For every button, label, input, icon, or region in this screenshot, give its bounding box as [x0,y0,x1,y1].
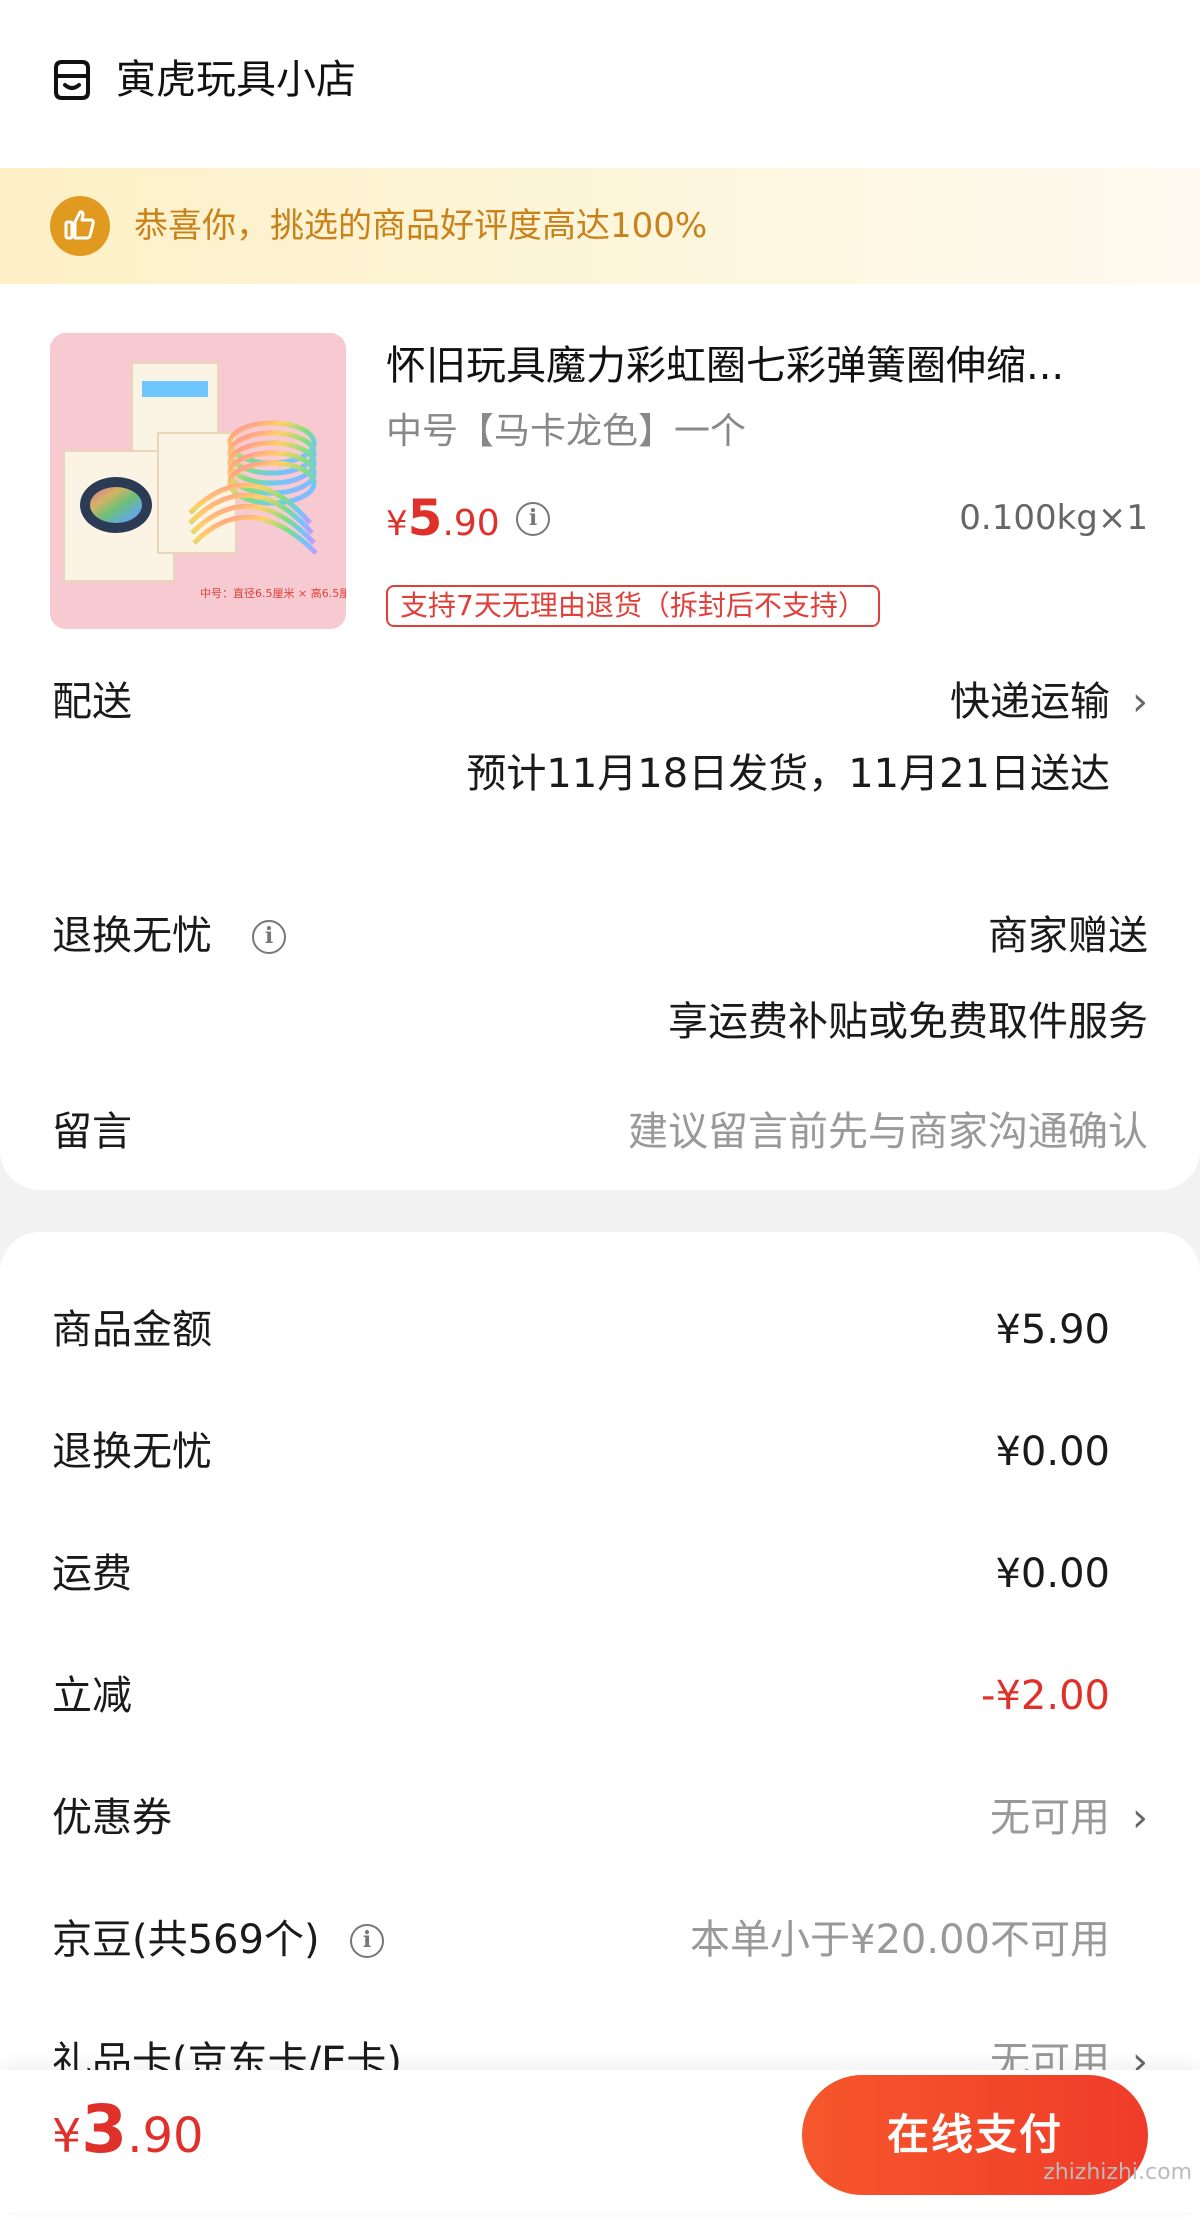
coupon-label: 优惠券 [52,1795,172,1841]
delivery-chevron-icon[interactable]: › [1132,674,1148,730]
return-service-label: 退换无忧 [52,913,212,959]
total-currency: ¥ [52,2109,82,2163]
jingdou-label: 京豆(共569个) [52,1917,320,1963]
discount-value: -¥2.00 [981,1673,1110,1719]
shop-icon [54,60,90,100]
shipping-label: 运费 [52,1551,132,1597]
thumbs-up-icon [50,196,110,256]
banner-text: 恭喜你，挑选的商品好评度高达100% [134,206,708,246]
total-price: ¥3.90 [52,2090,204,2187]
praise-banner: 恭喜你，挑选的商品好评度高达100% [0,168,1200,284]
shipping-value: ¥0.00 [995,1551,1110,1597]
coupon-value[interactable]: 无可用 [990,1790,1110,1846]
price-currency: ¥ [386,504,408,544]
goods-amount-value: ¥5.90 [995,1307,1110,1353]
jingdou-value: 本单小于¥20.00不可用 [690,1917,1110,1963]
return-fee-label: 退换无忧 [52,1429,212,1475]
return-service-info-icon[interactable]: i [252,920,286,954]
product-title[interactable]: 怀旧玩具魔力彩虹圈七彩弹簧圈伸缩... [386,338,1146,394]
product-spec: 中号【马卡龙色】一个 [386,411,747,452]
return-service-value: 商家赠送 [988,913,1148,959]
message-input[interactable]: 建议留言前先与商家沟通确认 [628,1104,1148,1160]
price-info-icon[interactable]: i [516,502,550,536]
delivery-label: 配送 [52,679,132,725]
total-integer: 3 [81,2091,128,2168]
product-image-caption: 中号：直径6.5厘米 × 高6.5厘米 [200,586,346,600]
price-integer: 5 [407,489,443,547]
return-service-desc: 享运费补贴或免费取件服务 [668,999,1148,1045]
delivery-method[interactable]: 快递运输 [950,674,1110,730]
order-card: 寅虎玩具小店 恭喜你，挑选的商品好评度高达100% 中号：直径6.5厘米 × 高… [0,0,1200,1190]
message-label: 留言 [52,1109,132,1155]
price-decimal: .90 [442,503,500,544]
return-policy-tag: 支持7天无理由退货（拆封后不支持） [386,585,880,627]
delivery-estimate: 预计11月18日发货，11月21日送达 [466,751,1110,797]
return-fee-value: ¥0.00 [995,1429,1110,1475]
product-price: ¥5.90 [386,490,500,558]
product-image[interactable]: 中号：直径6.5厘米 × 高6.5厘米 [50,333,346,629]
shop-name[interactable]: 寅虎玩具小店 [116,52,356,108]
discount-label: 立减 [52,1673,132,1719]
total-decimal: .90 [127,2108,204,2164]
product-weight-qty: 0.100kg×1 [959,498,1148,538]
goods-amount-label: 商品金额 [52,1307,212,1353]
coupon-chevron-icon[interactable]: › [1132,1790,1148,1846]
watermark: zhizhizhi.com [1043,2160,1192,2185]
jingdou-info-icon[interactable]: i [350,1924,384,1958]
